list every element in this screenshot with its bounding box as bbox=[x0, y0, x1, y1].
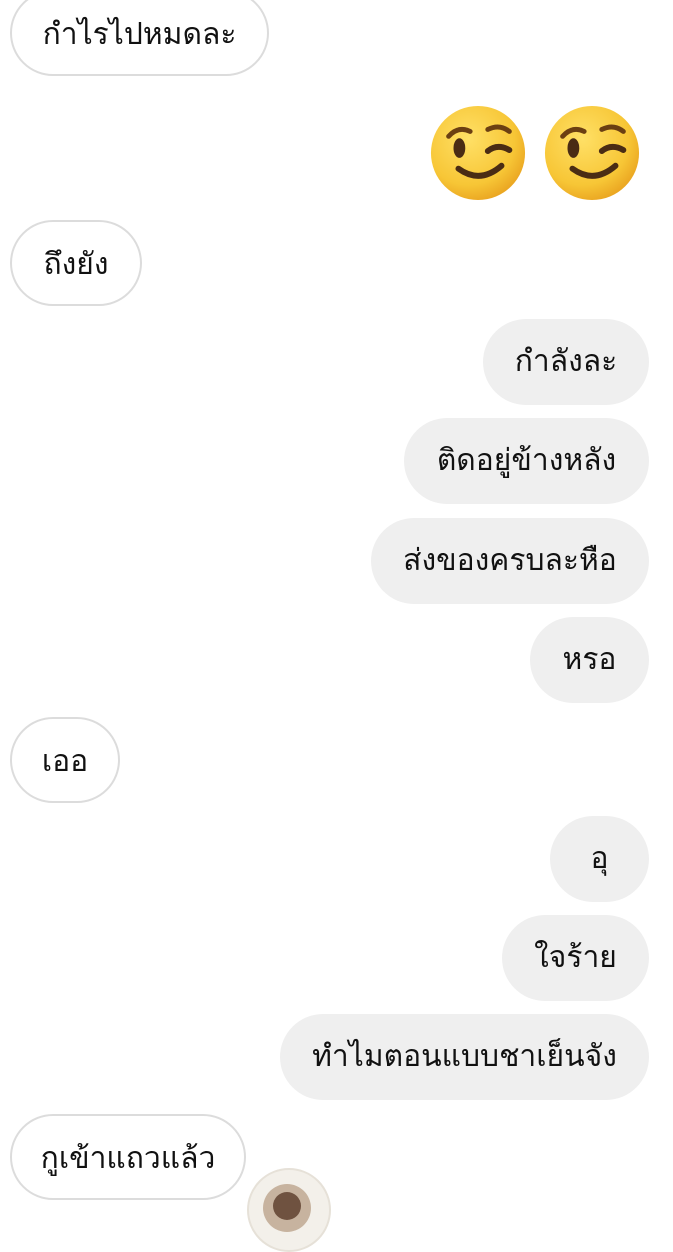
outgoing-message-bubble[interactable]: อุ bbox=[550, 816, 649, 902]
winking-face-emoji-icon bbox=[430, 105, 526, 201]
incoming-message-bubble[interactable]: กำไรไปหมดละ bbox=[10, 0, 269, 76]
sender-avatar[interactable] bbox=[247, 1168, 331, 1252]
outgoing-emoji-message[interactable] bbox=[429, 104, 641, 204]
incoming-message-bubble[interactable]: เออ bbox=[10, 717, 120, 803]
message-text: หรอ bbox=[562, 642, 617, 677]
message-text: ใจร้าย bbox=[534, 940, 617, 975]
incoming-message-bubble[interactable]: ถึงยัง bbox=[10, 220, 142, 306]
message-text: อุ bbox=[590, 841, 609, 876]
message-text: ถึงยัง bbox=[43, 247, 109, 282]
message-text: ทำไมตอนแบบชาเย็นจัง bbox=[312, 1039, 617, 1074]
message-text: ส่งของครบละหือ bbox=[403, 543, 617, 578]
message-text: กำลังละ bbox=[514, 344, 618, 379]
outgoing-message-bubble[interactable]: กำลังละ bbox=[483, 319, 649, 405]
outgoing-message-bubble[interactable]: ส่งของครบละหือ bbox=[371, 518, 649, 604]
message-text: กำไรไปหมดละ bbox=[42, 17, 237, 52]
message-text: ติดอยู่ข้างหลัง bbox=[436, 443, 617, 478]
outgoing-message-bubble[interactable]: หรอ bbox=[530, 617, 649, 703]
outgoing-message-bubble[interactable]: ทำไมตอนแบบชาเย็นจัง bbox=[280, 1014, 649, 1100]
incoming-message-bubble[interactable]: กูเข้าแถวแล้ว bbox=[10, 1114, 246, 1200]
message-text: กูเข้าแถวแล้ว bbox=[40, 1141, 216, 1176]
winking-face-emoji-icon bbox=[544, 105, 640, 201]
outgoing-message-bubble[interactable]: ใจร้าย bbox=[502, 915, 649, 1001]
message-text: เออ bbox=[41, 744, 89, 779]
avatar-image-detail bbox=[273, 1192, 301, 1220]
outgoing-message-bubble[interactable]: ติดอยู่ข้างหลัง bbox=[404, 418, 649, 504]
